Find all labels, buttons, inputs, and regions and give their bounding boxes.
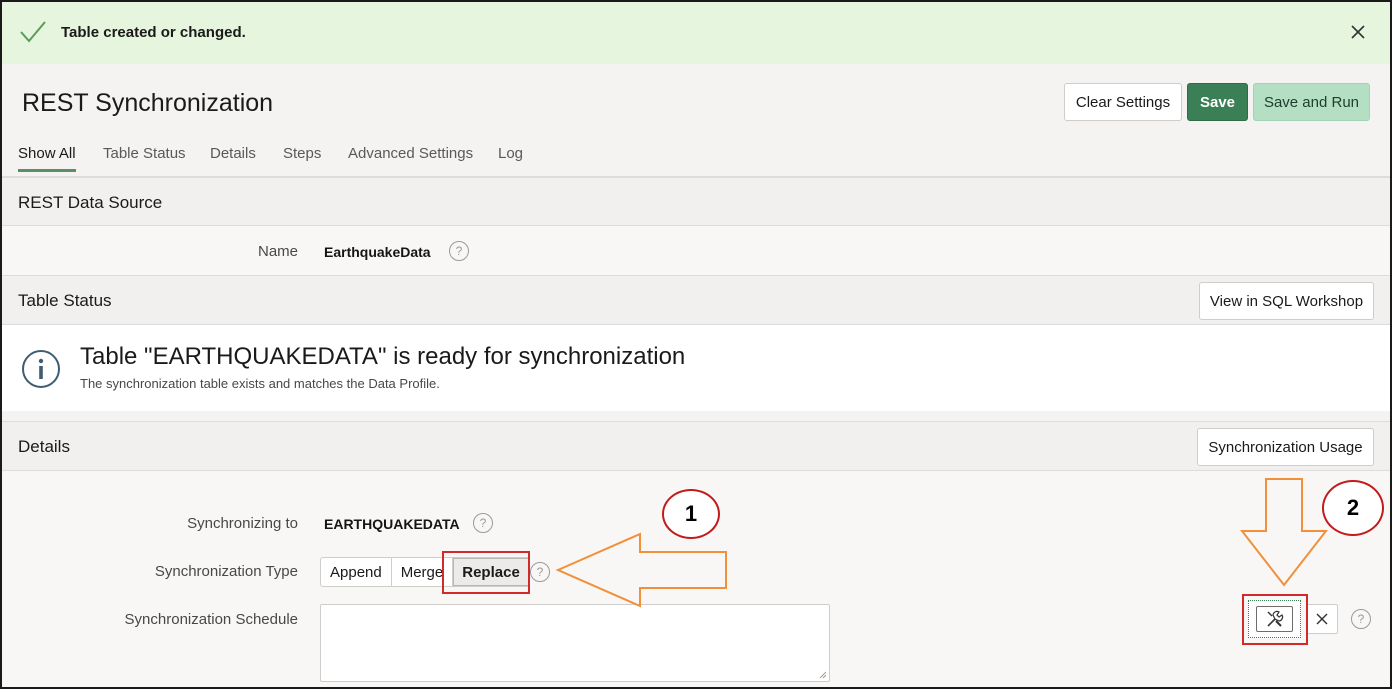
tab-bar: Show All Table Status Details Steps Adva… <box>2 138 1390 177</box>
tab-steps[interactable]: Steps <box>283 145 321 169</box>
view-in-sql-workshop-button[interactable]: View in SQL Workshop <box>1199 282 1374 320</box>
page-header: REST Synchronization Clear Settings Save… <box>2 64 1390 138</box>
sync-type-append[interactable]: Append <box>321 558 392 586</box>
resize-handle-icon[interactable] <box>819 671 827 679</box>
annotation-arrow-left <box>556 532 727 608</box>
save-button[interactable]: Save <box>1187 83 1248 121</box>
save-and-run-button[interactable]: Save and Run <box>1253 83 1370 121</box>
annotation-arrow-down <box>1240 478 1328 587</box>
synchronizing-to-label: Synchronizing to <box>187 515 298 532</box>
schedule-builder-button[interactable] <box>1248 600 1301 638</box>
name-value: EarthquakeData <box>324 244 431 260</box>
region-title: REST Data Source <box>18 193 163 212</box>
tab-table-status[interactable]: Table Status <box>103 145 186 169</box>
info-icon <box>22 350 60 388</box>
synchronization-type-selector: Append Merge Replace <box>320 557 530 587</box>
wrench-screwdriver-icon <box>1266 610 1283 627</box>
clear-schedule-button[interactable] <box>1306 604 1338 634</box>
success-banner: Table created or changed. <box>2 2 1390 64</box>
region-title: Details <box>18 437 70 456</box>
app-frame: Table created or changed. REST Synchroni… <box>0 0 1392 689</box>
status-subtitle: The synchronization table exists and mat… <box>80 376 440 391</box>
synchronization-type-label: Synchronization Type <box>154 563 298 580</box>
table-status-panel: Table "EARTHQUAKEDATA" is ready for sync… <box>2 325 1390 411</box>
details-header: Details Synchronization Usage <box>2 421 1390 471</box>
help-icon[interactable]: ? <box>449 241 469 261</box>
help-icon[interactable]: ? <box>1351 609 1371 629</box>
tab-details[interactable]: Details <box>210 145 256 169</box>
synchronizing-to-value: EARTHQUAKEDATA <box>324 516 460 532</box>
region-title: Table Status <box>18 291 112 310</box>
banner-message: Table created or changed. <box>61 24 246 41</box>
tab-show-all[interactable]: Show All <box>18 145 76 172</box>
name-label: Name <box>257 243 298 260</box>
synchronization-usage-button[interactable]: Synchronization Usage <box>1197 428 1374 466</box>
synchronization-schedule-label: Synchronization Schedule <box>124 611 298 628</box>
sync-type-replace[interactable]: Replace <box>453 558 529 586</box>
table-status-header: Table Status View in SQL Workshop <box>2 275 1390 325</box>
status-title: Table "EARTHQUAKEDATA" is ready for sync… <box>80 343 686 370</box>
region-gap <box>2 411 1390 421</box>
tab-log[interactable]: Log <box>498 145 523 169</box>
help-icon[interactable]: ? <box>473 513 493 533</box>
tab-advanced-settings[interactable]: Advanced Settings <box>348 145 473 169</box>
annotation-number-two: 2 <box>1322 480 1384 536</box>
synchronization-schedule-input[interactable] <box>320 604 830 682</box>
rest-data-source-header: REST Data Source <box>2 177 1390 226</box>
checkmark-icon <box>20 21 46 43</box>
sync-type-merge[interactable]: Merge <box>392 558 454 586</box>
help-icon[interactable]: ? <box>530 562 550 582</box>
page-title: REST Synchronization <box>22 89 274 117</box>
rest-data-source-body: Name EarthquakeData ? <box>2 226 1390 276</box>
clear-settings-button[interactable]: Clear Settings <box>1064 83 1182 121</box>
close-icon[interactable] <box>1348 22 1368 42</box>
clear-x-icon <box>1316 613 1328 625</box>
